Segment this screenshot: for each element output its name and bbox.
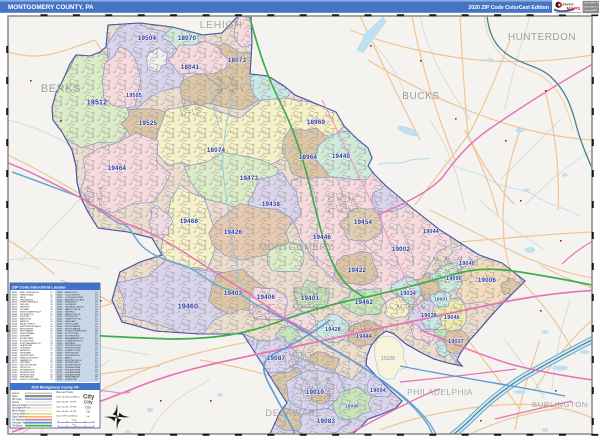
svg-text:PHILADELPHIA: PHILADELPHIA: [407, 387, 473, 397]
svg-text:Cities 25,000 - 49,999: Cities 25,000 - 49,999: [56, 406, 77, 409]
svg-text:miles: miles: [72, 419, 77, 421]
svg-text:County: County: [12, 392, 20, 395]
svg-text:19468: 19468: [180, 218, 199, 225]
svg-text:19040: 19040: [459, 261, 475, 267]
svg-text:Cities and Towns: Cities and Towns: [56, 391, 74, 394]
svg-text:19525: 19525: [139, 120, 158, 127]
svg-text:19440: 19440: [332, 153, 351, 160]
svg-text:km: km: [73, 424, 76, 426]
svg-text:DesktopMAPS: DesktopMAPS: [584, 9, 599, 12]
svg-text:MarketMAPS.com: MarketMAPS.com: [584, 5, 600, 8]
svg-text:2020 ZIP Code ColorCast Editio: 2020 ZIP Code ColorCast Edition: [468, 5, 549, 11]
svg-text:18969: 18969: [307, 119, 326, 126]
svg-text:19505: 19505: [126, 93, 142, 99]
svg-text:19090: 19090: [446, 276, 462, 282]
svg-text:18070: 18070: [178, 35, 197, 42]
svg-text:19010: 19010: [306, 389, 325, 396]
svg-text:19046: 19046: [444, 315, 460, 321]
svg-text:19438: 19438: [262, 201, 281, 208]
svg-text:ZIP Code Index/Grid Locator: ZIP Code Index/Grid Locator: [12, 284, 66, 289]
svg-text:Cities 50,000 - 99,999: Cities 50,000 - 99,999: [56, 401, 77, 404]
svg-text:Toll Roads: Toll Roads: [12, 425, 24, 427]
svg-text:19087: 19087: [267, 355, 286, 362]
svg-text:Cities 100,000 and Above: Cities 100,000 and Above: [56, 396, 81, 399]
svg-text:19044: 19044: [423, 229, 439, 235]
svg-text:GLADWYNE: GLADWYNE: [65, 378, 78, 381]
svg-text:BUCKS: BUCKS: [402, 91, 439, 102]
svg-text:ZIP Code: ZIP Code: [12, 399, 22, 401]
svg-text:19401: 19401: [301, 295, 320, 302]
svg-text:18074: 18074: [207, 147, 226, 154]
svg-text:19034: 19034: [400, 291, 416, 297]
svg-text:Streets: Streets: [12, 401, 20, 404]
svg-text:State: State: [12, 395, 18, 398]
svg-text:19462: 19462: [355, 299, 374, 306]
svg-text:19038: 19038: [421, 313, 437, 319]
svg-text:19504: 19504: [138, 35, 157, 42]
svg-text:19464: 19464: [108, 165, 127, 172]
svg-text:MAPS: MAPS: [567, 6, 582, 12]
svg-text:MONTGOMERY COUNTY, PA: MONTGOMERY COUNTY, PA: [8, 4, 94, 11]
svg-text:19406: 19406: [257, 294, 276, 301]
svg-text:19512: 19512: [87, 100, 107, 107]
svg-text:BERKS: BERKS: [41, 83, 81, 95]
svg-text:19422: 19422: [348, 267, 367, 274]
svg-text:19473: 19473: [240, 175, 259, 182]
svg-text:19096: 19096: [345, 404, 359, 409]
svg-text:KING OF PRUSSIA: KING OF PRUSSIA: [20, 378, 39, 381]
svg-text:Cities 10,000 - 24,999: Cities 10,000 - 24,999: [56, 410, 77, 413]
svg-text:19444: 19444: [356, 334, 372, 340]
svg-text:19446: 19446: [313, 234, 332, 241]
svg-text:19006: 19006: [478, 277, 497, 284]
svg-text:19128: 19128: [381, 356, 395, 362]
svg-text:DELAWARE: DELAWARE: [265, 408, 322, 419]
svg-text:BURLINGTON: BURLINGTON: [532, 400, 588, 409]
svg-text:Cities 9,999 and Below: Cities 9,999 and Below: [56, 415, 78, 418]
svg-text:19066: 19066: [57, 379, 64, 381]
svg-text:19406: 19406: [12, 379, 19, 381]
svg-text:19403: 19403: [224, 290, 243, 297]
svg-text:MONTGOMERY: MONTGOMERY: [259, 242, 333, 253]
svg-text:19454: 19454: [354, 219, 373, 226]
svg-text:2020 Montgomery County, PA: 2020 Montgomery County, PA: [31, 385, 79, 389]
svg-text:Minor Roads: Minor Roads: [12, 410, 26, 413]
svg-text:Market: Market: [563, 3, 575, 7]
svg-text:18964: 18964: [299, 154, 318, 161]
svg-text:19083: 19083: [317, 418, 336, 425]
svg-text:US Highways: US Highways: [12, 420, 27, 422]
svg-text:LEHIGH: LEHIGH: [200, 19, 243, 31]
svg-text:19426: 19426: [224, 229, 243, 236]
svg-text:19002: 19002: [392, 246, 411, 253]
svg-text:City: City: [86, 415, 89, 418]
svg-text:19027: 19027: [448, 339, 464, 345]
svg-text:City: City: [84, 400, 93, 405]
svg-text:19428: 19428: [325, 327, 341, 333]
svg-text:19460: 19460: [178, 303, 198, 310]
svg-text:HUNTERDON: HUNTERDON: [508, 32, 576, 43]
svg-text:City: City: [85, 405, 91, 409]
svg-text:19004: 19004: [370, 388, 386, 394]
svg-text:18041: 18041: [181, 64, 200, 71]
svg-text:18073: 18073: [228, 57, 247, 64]
svg-text:19001: 19001: [434, 297, 448, 302]
svg-text:1-800-MAPS-123: 1-800-MAPS-123: [584, 2, 600, 5]
